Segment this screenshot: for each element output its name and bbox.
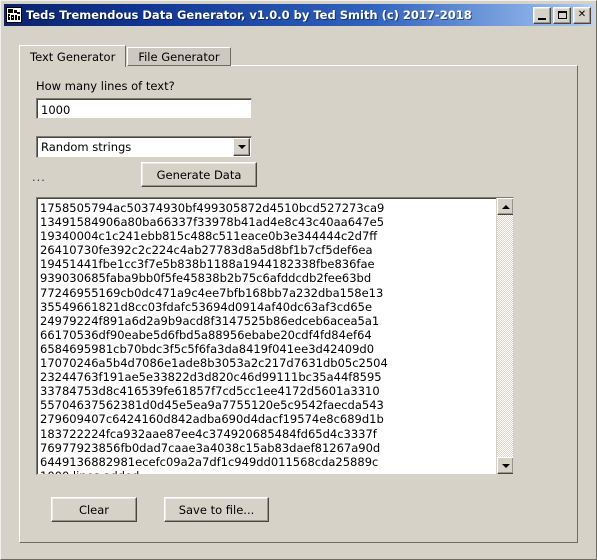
close-button[interactable]: ✕ <box>573 6 591 24</box>
app-icon <box>6 7 22 23</box>
save-to-file-button[interactable]: Save to file... <box>164 497 269 522</box>
tab-file-generator[interactable]: File Generator <box>127 47 231 66</box>
scrollbar-track[interactable] <box>497 215 513 457</box>
status-ellipsis-label: ... <box>32 170 46 184</box>
window-controls: ✕ <box>533 6 591 24</box>
tab-control: Text Generator File Generator How many l… <box>19 45 578 543</box>
output-memo[interactable]: 1758505794ac50374930bf499305872d4510bcd5… <box>36 197 514 475</box>
tab-text-generator-label: Text Generator <box>30 49 116 64</box>
save-to-file-label: Save to file... <box>178 502 255 517</box>
minimize-button[interactable] <box>533 6 551 24</box>
triangle-down-icon <box>501 463 510 468</box>
clear-button[interactable]: Clear <box>51 497 137 522</box>
tab-page-text-generator: How many lines of text? Random strings .… <box>19 65 578 543</box>
maximize-button[interactable] <box>553 6 571 24</box>
maximize-icon <box>558 10 567 19</box>
generate-data-button[interactable]: Generate Data <box>141 162 257 187</box>
chevron-down-icon <box>237 145 246 149</box>
clear-button-label: Clear <box>78 502 110 517</box>
window-title: Teds Tremendous Data Generator, v1.0.0 b… <box>26 8 472 22</box>
generator-mode-dropdown-button[interactable] <box>233 138 250 156</box>
minimize-icon <box>538 17 546 20</box>
close-icon: ✕ <box>577 9 587 20</box>
client-area: Text Generator File Generator How many l… <box>4 28 593 556</box>
lines-count-label: How many lines of text? <box>36 79 175 93</box>
title-bar[interactable]: Teds Tremendous Data Generator, v1.0.0 b… <box>4 4 593 26</box>
scroll-down-button[interactable] <box>497 457 513 474</box>
generator-mode-combobox[interactable]: Random strings <box>36 136 252 158</box>
application-window: Teds Tremendous Data Generator, v1.0.0 b… <box>0 0 597 560</box>
output-memo-scrollbar[interactable] <box>496 198 513 474</box>
scroll-up-button[interactable] <box>497 198 513 215</box>
generator-mode-value: Random strings <box>41 140 132 154</box>
triangle-up-icon <box>501 204 510 209</box>
tab-file-generator-label: File Generator <box>138 49 220 64</box>
generate-data-label: Generate Data <box>156 167 242 182</box>
lines-count-input[interactable] <box>36 98 252 119</box>
tab-text-generator[interactable]: Text Generator <box>19 45 127 67</box>
tab-strip: Text Generator File Generator <box>19 45 231 67</box>
output-memo-text: 1758505794ac50374930bf499305872d4510bcd5… <box>40 201 388 474</box>
